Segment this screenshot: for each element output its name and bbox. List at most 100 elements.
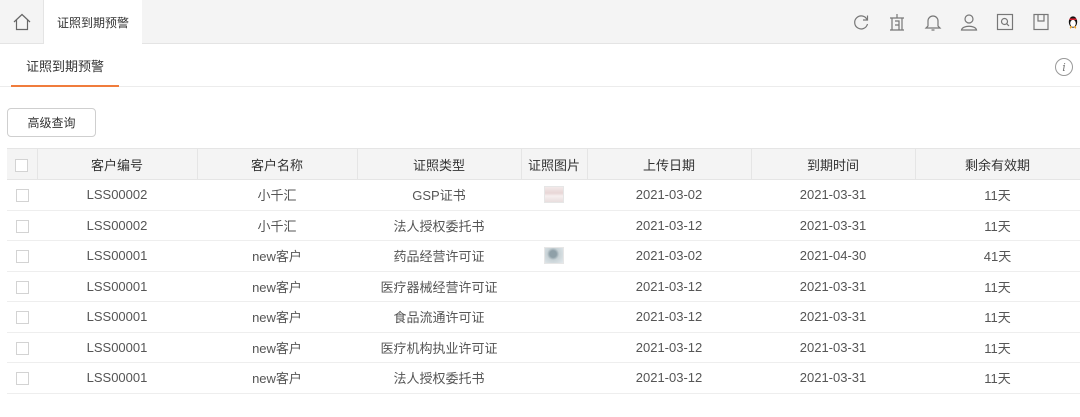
license-image-cell [521, 240, 587, 272]
customer-code-cell: LSS00001 [37, 271, 197, 302]
row-select-cell [7, 271, 37, 302]
remaining-days-cell: 11天 [915, 332, 1080, 363]
row-select-cell [7, 301, 37, 333]
remaining-days-cell: 41天 [915, 240, 1080, 272]
home-button[interactable] [0, 0, 44, 44]
remaining-days-cell: 11天 [915, 210, 1080, 241]
customer-name-cell: new客户 [197, 362, 357, 394]
customer-name-cell: new客户 [197, 240, 357, 272]
license-image-cell [521, 271, 587, 302]
refresh-icon [854, 15, 869, 30]
row-checkbox[interactable] [15, 250, 29, 264]
building-icon [890, 14, 904, 31]
user-icon [960, 14, 978, 31]
license-thumbnail[interactable] [544, 186, 564, 204]
top-toolbar [836, 0, 1080, 44]
qq-button[interactable] [1066, 11, 1080, 33]
remaining-days-cell: 11天 [915, 301, 1080, 333]
bookmark-button[interactable] [1030, 11, 1052, 33]
row-checkbox[interactable] [15, 219, 29, 233]
license-image-cell [521, 362, 587, 394]
customer-name-cell: 小千汇 [197, 210, 357, 241]
customer-name-cell: new客户 [197, 301, 357, 333]
customer-code-cell: LSS00001 [37, 240, 197, 272]
column-header[interactable]: 证照类型 [357, 148, 522, 180]
home-icon [13, 13, 30, 31]
expire-date-cell: 2021-03-31 [751, 210, 915, 241]
license-type-cell: 药品经营许可证 [357, 240, 521, 272]
bell-icon [924, 15, 942, 31]
expire-date-cell: 2021-03-31 [751, 332, 915, 363]
customer-name-cell: new客户 [197, 271, 357, 302]
upload-date-cell: 2021-03-12 [587, 362, 751, 394]
row-checkbox[interactable] [15, 280, 29, 294]
column-header[interactable]: 上传日期 [587, 148, 752, 180]
tab-license-expiry[interactable]: 证照到期预警 [44, 0, 142, 45]
column-header[interactable]: 客户名称 [197, 148, 358, 180]
upload-date-cell: 2021-03-12 [587, 210, 751, 241]
table-row[interactable]: LSS00001 new客户 药品经营许可证 2021-03-02 2021-04-30… [7, 240, 1080, 272]
expire-date-cell: 2021-03-31 [751, 301, 915, 333]
upload-date-cell: 2021-03-12 [587, 332, 751, 363]
expire-date-cell: 2021-04-30 [751, 240, 915, 272]
table-row[interactable]: LSS00001 new客户 医疗器械经营许可证 2021-03-12 2021-03-… [7, 271, 1080, 302]
row-checkbox[interactable] [15, 372, 29, 386]
select-all-checkbox[interactable] [15, 158, 29, 172]
user-button[interactable] [958, 11, 980, 33]
row-select-cell [7, 362, 37, 394]
license-type-cell: 食品流通许可证 [357, 301, 521, 333]
expire-date-cell: 2021-03-31 [751, 362, 915, 394]
customer-code-cell: LSS00002 [37, 210, 197, 241]
table-header: 客户编号 客户名称 证照类型 证照图片 上传日期 到期时间 剩余有效期 [7, 148, 1080, 180]
column-header[interactable]: 剩余有效期 [915, 148, 1080, 180]
row-select-cell [7, 332, 37, 363]
customer-code-cell: LSS00002 [37, 179, 197, 211]
license-type-cell: 医疗器械经营许可证 [357, 271, 521, 302]
license-table: 客户编号 客户名称 证照类型 证照图片 上传日期 到期时间 剩余有效期 LSS0… [7, 148, 1080, 394]
row-select-cell [7, 240, 37, 272]
subtab-license-expiry[interactable]: 证照到期预警 [11, 45, 120, 87]
license-type-cell: 法人授权委托书 [357, 210, 521, 241]
license-type-cell: GSP证书 [357, 179, 521, 211]
building-button[interactable] [886, 11, 908, 33]
remaining-days-cell: 11天 [915, 179, 1080, 211]
sub-navigation: 证照到期预警 i [0, 45, 1080, 87]
expire-date-cell: 2021-03-31 [751, 179, 915, 211]
row-checkbox[interactable] [15, 341, 29, 355]
bookmark-icon [1033, 13, 1049, 31]
table-row[interactable]: LSS00001 new客户 法人授权委托书 2021-03-12 2021-03-31… [7, 362, 1080, 394]
customer-code-cell: LSS00001 [37, 301, 197, 333]
remaining-days-cell: 11天 [915, 271, 1080, 302]
row-select-cell [7, 179, 37, 211]
row-checkbox[interactable] [15, 311, 29, 325]
license-image-cell [521, 301, 587, 333]
customer-code-cell: LSS00001 [37, 332, 197, 363]
expire-date-cell: 2021-03-31 [751, 271, 915, 302]
column-header[interactable]: 证照图片 [521, 148, 588, 180]
license-thumbnail[interactable] [544, 247, 564, 265]
top-bar: 证照到期预警 [0, 0, 1080, 45]
advanced-search-button[interactable]: 高级查询 [7, 108, 96, 137]
refresh-button[interactable] [850, 11, 872, 33]
license-type-cell: 法人授权委托书 [357, 362, 521, 394]
table-row[interactable]: LSS00002 小千汇 法人授权委托书 2021-03-12 2021-03-31 11… [7, 210, 1080, 241]
upload-date-cell: 2021-03-02 [587, 179, 751, 211]
notification-button[interactable] [922, 11, 944, 33]
row-checkbox[interactable] [15, 189, 29, 203]
column-header[interactable]: 到期时间 [751, 148, 916, 180]
search-window-button[interactable] [994, 11, 1016, 33]
table-row[interactable]: LSS00001 new客户 食品流通许可证 2021-03-12 2021-03-31… [7, 301, 1080, 333]
customer-code-cell: LSS00001 [37, 362, 197, 394]
license-image-cell [521, 210, 587, 241]
table-row[interactable]: LSS00001 new客户 医疗机构执业许可证 2021-03-12 2021-03-… [7, 332, 1080, 363]
select-all-cell [7, 148, 38, 180]
license-image-cell [521, 179, 587, 211]
info-icon[interactable]: i [1055, 58, 1073, 76]
license-image-cell [521, 332, 587, 363]
column-header[interactable]: 客户编号 [37, 148, 198, 180]
table-row[interactable]: LSS00002 小千汇 GSP证书 2021-03-02 2021-03-31 11天 [7, 179, 1080, 211]
row-select-cell [7, 210, 37, 241]
customer-name-cell: 小千汇 [197, 179, 357, 211]
table-body: LSS00002 小千汇 GSP证书 2021-03-02 2021-03-31 11天 L… [7, 179, 1080, 394]
search-window-icon [996, 13, 1014, 31]
